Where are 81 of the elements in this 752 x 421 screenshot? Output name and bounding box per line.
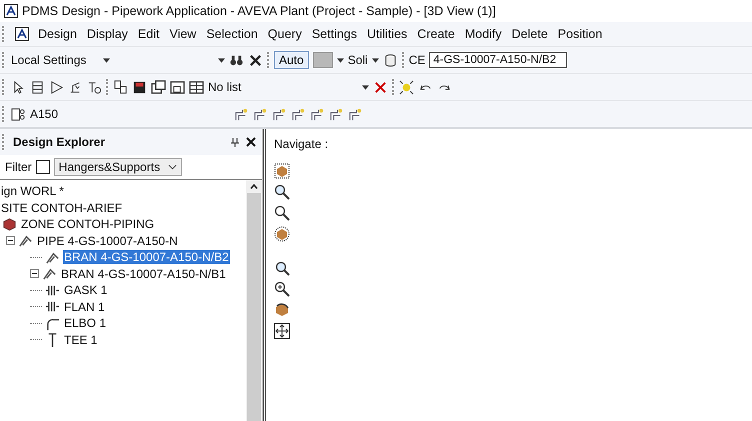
menu-item[interactable]: Position bbox=[556, 27, 604, 41]
pipe-tool-icon[interactable] bbox=[329, 106, 344, 122]
menu-item[interactable]: Query bbox=[266, 27, 303, 41]
menu-item[interactable]: Modify bbox=[464, 27, 503, 41]
scrollbar-thumb[interactable] bbox=[247, 193, 261, 421]
cube-icon bbox=[2, 216, 17, 232]
pipe-tool-icon[interactable] bbox=[272, 106, 287, 122]
navigate-label: Navigate : bbox=[274, 137, 330, 151]
cube-icon[interactable] bbox=[274, 163, 290, 179]
zoom-in-icon[interactable] bbox=[274, 281, 290, 297]
copy-icon[interactable] bbox=[113, 80, 128, 94]
filter-checkbox[interactable] bbox=[36, 160, 50, 174]
tree-item[interactable]: ELBO 1 bbox=[63, 316, 108, 330]
tree-item[interactable]: ign WORL * bbox=[0, 184, 65, 198]
menu-item[interactable]: Create bbox=[416, 27, 456, 41]
tree-item[interactable]: BRAN 4-GS-10007-A150-N/B1 bbox=[60, 266, 227, 281]
menu-item[interactable]: Selection bbox=[205, 27, 259, 41]
save-icon[interactable] bbox=[132, 80, 147, 94]
rotate-icon[interactable] bbox=[274, 302, 290, 318]
tree-item[interactable]: PIPE 4-GS-10007-A150-N bbox=[36, 234, 179, 248]
ce-label: CE bbox=[408, 53, 426, 67]
caret-icon[interactable] bbox=[362, 84, 369, 90]
sun-icon[interactable] bbox=[399, 80, 414, 94]
color-swatch[interactable] bbox=[312, 52, 333, 68]
window-add-icon[interactable] bbox=[151, 80, 166, 94]
close-icon[interactable] bbox=[248, 52, 263, 68]
window-icon[interactable] bbox=[170, 80, 185, 94]
caret-icon[interactable] bbox=[103, 58, 110, 62]
caret-icon[interactable] bbox=[372, 58, 379, 62]
style-dropdown[interactable]: Soli bbox=[348, 53, 368, 67]
pipe-tool-icon[interactable] bbox=[253, 106, 268, 122]
auto-button[interactable]: Auto bbox=[274, 51, 309, 69]
pipe-icon bbox=[45, 250, 60, 265]
list-dropdown[interactable]: No list bbox=[208, 80, 358, 94]
pipe-tool-icon[interactable] bbox=[348, 106, 363, 122]
box-icon[interactable] bbox=[30, 80, 45, 94]
menu-item[interactable]: Edit bbox=[136, 27, 160, 41]
caret-icon[interactable] bbox=[336, 58, 344, 62]
spec-label: A150 bbox=[30, 107, 60, 121]
menu-item[interactable]: Design bbox=[37, 27, 78, 41]
menu-item[interactable]: Utilities bbox=[366, 27, 408, 41]
pipe-tool-icon[interactable] bbox=[310, 106, 325, 122]
filter-label: Filter bbox=[5, 160, 32, 174]
menu-item[interactable]: Delete bbox=[510, 27, 549, 41]
tree-item[interactable]: ZONE CONTOH-PIPING bbox=[20, 217, 156, 232]
cylinder-icon[interactable] bbox=[382, 52, 398, 68]
cube-icon[interactable] bbox=[274, 226, 290, 242]
pipe-icon bbox=[42, 266, 57, 282]
scroll-up-icon[interactable] bbox=[250, 184, 258, 189]
pipe-tool-icon[interactable] bbox=[234, 106, 249, 122]
collapse-icon[interactable] bbox=[30, 269, 39, 278]
zoom-icon[interactable] bbox=[274, 260, 290, 276]
collapse-icon[interactable] bbox=[6, 236, 15, 246]
text-icon[interactable] bbox=[87, 80, 102, 94]
pipe-icon bbox=[18, 233, 33, 248]
triangle-icon[interactable] bbox=[49, 80, 64, 94]
tree-item[interactable]: GASK 1 bbox=[63, 283, 108, 298]
filter-dropdown[interactable]: Hangers&Supports bbox=[54, 158, 182, 176]
zoom-icon[interactable] bbox=[274, 205, 290, 221]
menu-item[interactable]: Display bbox=[86, 27, 129, 41]
window-title: PDMS Design - Pipework Application - AVEVA Plant (Project - Sample) - [3D View (1)] bbox=[22, 4, 496, 18]
tree-item[interactable]: FLAN 1 bbox=[63, 300, 106, 314]
menu-item[interactable]: View bbox=[168, 27, 198, 41]
settings-dropdown[interactable]: Local Settings bbox=[11, 53, 99, 67]
caret-icon[interactable] bbox=[218, 58, 225, 62]
pan-icon[interactable] bbox=[274, 323, 290, 339]
ce-field[interactable]: 4-GS-10007-A150-N/B2 bbox=[429, 52, 568, 68]
spec-icon[interactable] bbox=[11, 106, 26, 122]
pin-icon[interactable] bbox=[230, 137, 240, 147]
list-icon[interactable] bbox=[189, 80, 204, 94]
zoom-icon[interactable] bbox=[274, 184, 290, 200]
close-icon[interactable] bbox=[246, 137, 256, 147]
tree-item[interactable]: SITE CONTOH-ARIEF bbox=[0, 200, 124, 215]
chevron-down-icon[interactable] bbox=[168, 164, 178, 170]
tree-item[interactable]: BRAN 4-GS-10007-A150-N/B2 bbox=[63, 250, 230, 264]
tree-item[interactable]: TEE 1 bbox=[63, 332, 98, 347]
menu-item[interactable]: Settings bbox=[310, 27, 358, 41]
app-logo-icon[interactable] bbox=[15, 27, 29, 41]
panel-title: Design Explorer bbox=[13, 135, 106, 149]
app-logo-icon bbox=[4, 4, 18, 18]
pipe-tool-icon[interactable] bbox=[291, 106, 306, 122]
